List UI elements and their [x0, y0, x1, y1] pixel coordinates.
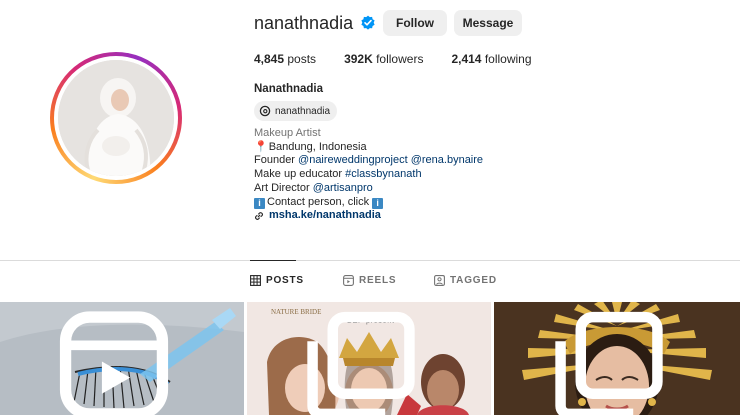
followers-stat[interactable]: 392K followers: [344, 52, 423, 66]
threads-handle: nanathnadia: [275, 105, 331, 117]
tab-posts-label: POSTS: [266, 275, 304, 286]
location-pin-icon: 📍: [254, 140, 268, 153]
bio-external-link[interactable]: msha.ke/nanathnadia: [254, 209, 483, 223]
post-thumbnail-3[interactable]: [494, 302, 740, 415]
bio-educator-line: Make up educator #classbynanath: [254, 168, 483, 182]
bio-founder-tag-2[interactable]: @rena.bynaire: [411, 154, 483, 166]
bio-educator-tag[interactable]: #classbynanath: [345, 168, 421, 180]
carousel-badge-icon: [307, 311, 415, 415]
active-tab-indicator: [250, 260, 296, 261]
tabs-divider: [0, 260, 740, 261]
posts-count: 4,845: [254, 52, 285, 66]
link-icon: [255, 212, 263, 220]
verified-badge-icon: [361, 15, 375, 30]
avatar: [58, 60, 174, 176]
followers-count: 392K: [344, 52, 373, 66]
info-icon-2: i: [372, 197, 384, 209]
avatar-frame: [54, 56, 178, 180]
display-name: Nanathnadia: [254, 83, 324, 95]
bio-founder-prefix: Founder: [254, 154, 299, 167]
bio-location: Bandung, Indonesia: [268, 140, 367, 153]
profile-stats: 4,845 posts 392K followers 2,414 followi…: [254, 52, 560, 66]
bio-category: Makeup Artist: [254, 127, 321, 139]
bio-educator-prefix: Make up educator: [254, 168, 346, 181]
bio-contact-line: i Contact person, click i: [254, 196, 483, 210]
avatar-image: [58, 60, 174, 176]
grid-icon: [250, 275, 261, 286]
bio-founder-line: Founder @naireweddingproject @rena.bynai…: [254, 154, 483, 168]
bio-link-text: msha.ke/nanathnadia: [269, 209, 381, 222]
username-row: nanathnadia: [254, 10, 376, 36]
follow-button[interactable]: Follow: [383, 10, 447, 36]
tab-posts[interactable]: POSTS: [250, 275, 304, 286]
bio: Makeup Artist 📍Bandung, Indonesia Founde…: [254, 127, 483, 223]
posts-stat: 4,845 posts: [254, 52, 316, 66]
bio-director-prefix: Art Director: [254, 181, 313, 194]
tab-reels[interactable]: REELS: [343, 275, 396, 286]
tab-tagged-label: TAGGED: [450, 275, 497, 286]
info-icon: i: [254, 197, 265, 209]
threads-icon: [259, 105, 271, 117]
tab-reels-label: REELS: [359, 275, 397, 286]
posts-label: posts: [287, 52, 317, 66]
reel-badge-icon: [59, 311, 169, 415]
following-count: 2,414: [451, 52, 482, 66]
username: nanathnadia: [254, 12, 354, 33]
bio-founder-tag-1[interactable]: @naireweddingproject: [298, 154, 408, 166]
threads-link[interactable]: nanathnadia: [254, 101, 338, 121]
reels-icon: [343, 275, 354, 286]
following-label: following: [484, 52, 532, 66]
tab-tagged[interactable]: TAGGED: [434, 275, 497, 286]
message-button[interactable]: Message: [454, 10, 522, 36]
following-stat[interactable]: 2,414 following: [451, 52, 531, 66]
bio-director-line: Art Director @artisanpro: [254, 182, 483, 196]
tagged-icon: [434, 275, 445, 286]
post-thumbnail-1[interactable]: [0, 302, 244, 415]
carousel-badge-icon: [555, 311, 663, 415]
bio-contact-text: Contact person, click: [267, 195, 373, 208]
followers-label: followers: [376, 52, 424, 66]
profile-avatar-ring[interactable]: [50, 52, 182, 184]
post-thumbnail-2[interactable]: NATURE BRIDE BEP present: [247, 302, 491, 415]
bio-director-tag[interactable]: @artisanpro: [313, 182, 373, 194]
bio-location-line: 📍Bandung, Indonesia: [254, 141, 483, 155]
